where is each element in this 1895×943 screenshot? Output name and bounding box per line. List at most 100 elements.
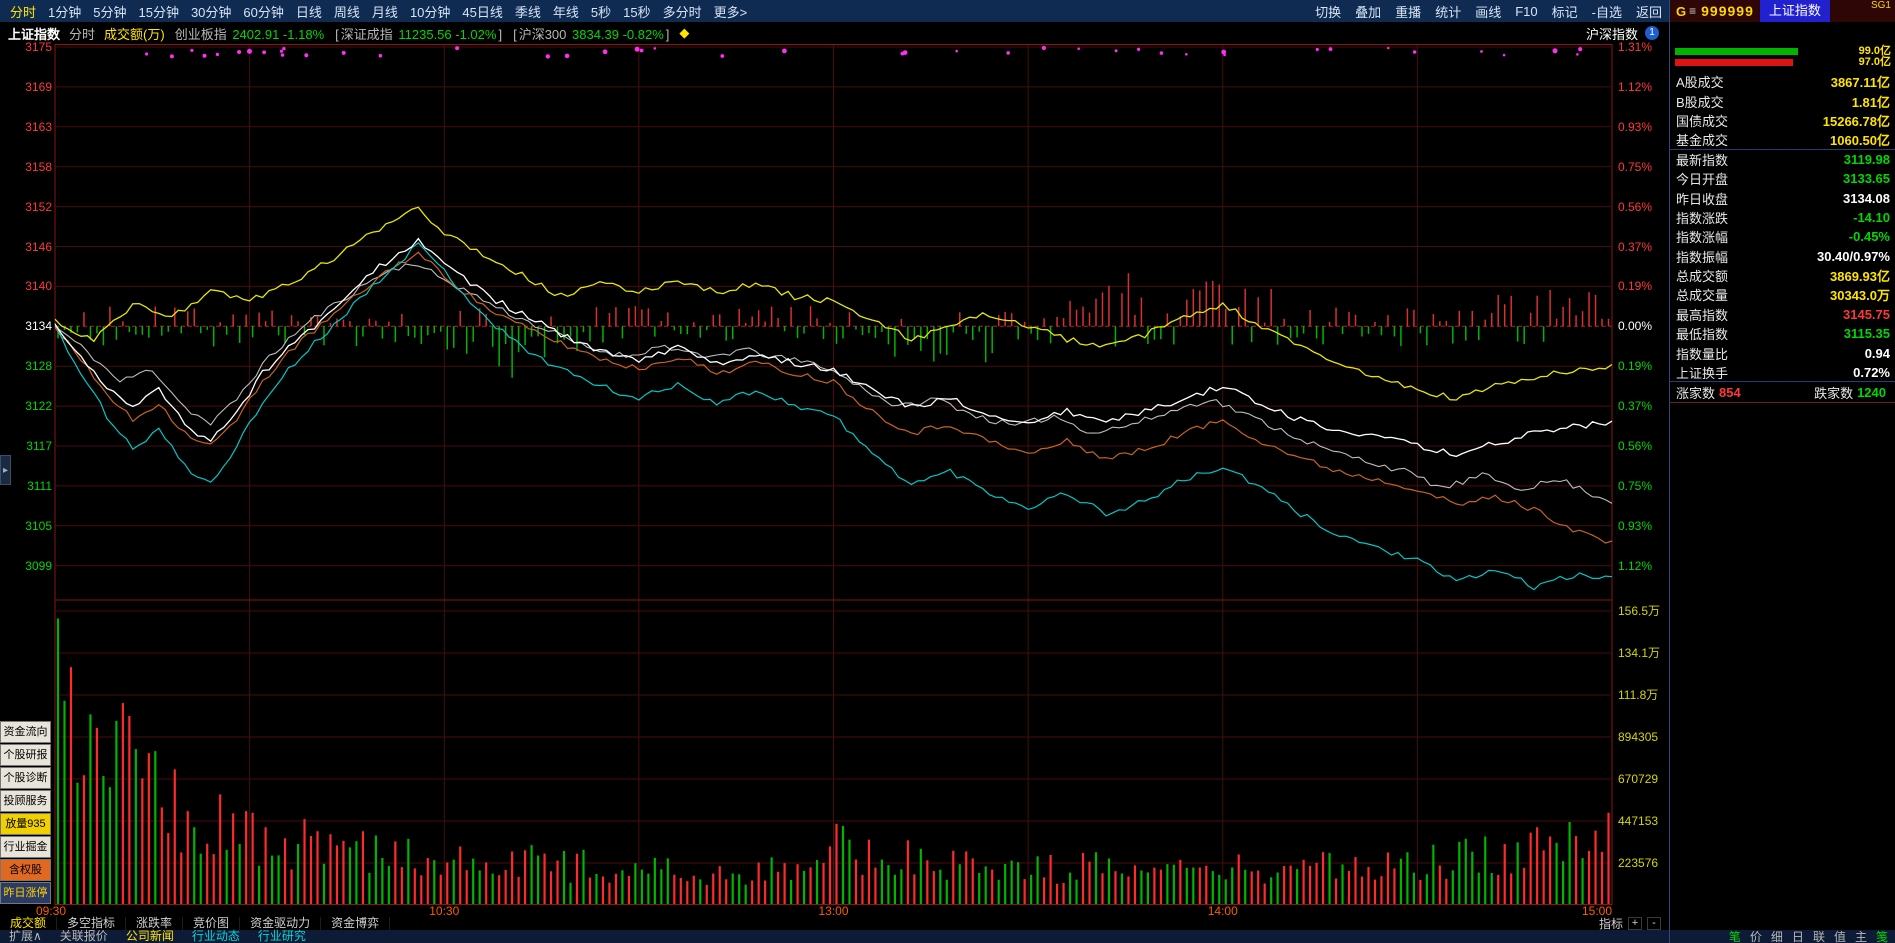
panel-row-4[interactable]: 最新指数 3119.98 bbox=[1670, 150, 1895, 169]
panel-row-10[interactable]: 总成交额 3869.93亿 bbox=[1670, 266, 1895, 285]
tool-menu-item-8[interactable]: 返回 bbox=[1629, 2, 1669, 21]
quick-tool-3[interactable]: 投顾服务 bbox=[0, 790, 51, 812]
info-tab-2[interactable]: 公司新闻 bbox=[117, 930, 183, 943]
info-tab-0[interactable]: 扩展∧ bbox=[0, 930, 51, 943]
menu-item-3[interactable]: 15分钟 bbox=[132, 2, 184, 21]
pct-tick: 0.75% bbox=[1618, 478, 1653, 493]
tool-menu-item-4[interactable]: 画线 bbox=[1468, 2, 1508, 21]
info-tab-3[interactable]: 行业动态 bbox=[183, 930, 249, 943]
panel-row-value: 3867.11亿 bbox=[1830, 75, 1890, 91]
price-tick: 3140 bbox=[25, 279, 52, 294]
menu-item-6[interactable]: 日线 bbox=[290, 2, 328, 21]
panel-bottom-tabs: 笔价细日联值主笺 bbox=[1670, 930, 1895, 943]
panel-row-9[interactable]: 指数振幅 30.40/0.97% bbox=[1670, 247, 1895, 266]
panel-row-2[interactable]: 国债成交 15266.78亿 bbox=[1670, 111, 1895, 130]
panel-row-label: 昨日收盘 bbox=[1676, 191, 1729, 207]
panel-row-12[interactable]: 最高指数 3145.75 bbox=[1670, 305, 1895, 324]
panel-row-value: 3133.65 bbox=[1843, 171, 1890, 187]
panel-row-14[interactable]: 指数量比 0.94 bbox=[1670, 343, 1895, 362]
panel-bottom-tab-2[interactable]: 细 bbox=[1771, 928, 1783, 943]
panel-row-label: 指数振幅 bbox=[1676, 249, 1729, 265]
panel-row-value: -0.45% bbox=[1848, 229, 1890, 245]
panel-bottom-tab-3[interactable]: 日 bbox=[1792, 928, 1804, 943]
quick-tool-5[interactable]: 行业掘金 bbox=[0, 836, 51, 858]
stock-name[interactable]: 上证指数 bbox=[1759, 0, 1830, 22]
group-g-button[interactable]: G bbox=[1670, 4, 1689, 19]
page-indicator-icon[interactable]: 1 bbox=[1645, 26, 1659, 40]
panel-row-3[interactable]: 基金成交 1060.50亿 bbox=[1670, 130, 1895, 150]
quick-tool-7[interactable]: 昨日涨停 bbox=[0, 882, 51, 904]
indicator-tab-5[interactable]: 资金博弈 bbox=[321, 917, 391, 930]
panel-row-8[interactable]: 指数涨幅 -0.45% bbox=[1670, 227, 1895, 246]
quick-tool-1[interactable]: 个股研报 bbox=[0, 744, 51, 766]
panel-row-value: 0.94 bbox=[1864, 345, 1890, 361]
pct-tick: 1.12% bbox=[1618, 79, 1653, 94]
panel-bottom-tab-6[interactable]: 主 bbox=[1855, 928, 1867, 943]
panel-row-6[interactable]: 昨日收盘 3134.08 bbox=[1670, 188, 1895, 207]
menu-item-8[interactable]: 月线 bbox=[366, 2, 404, 21]
menu-item-9[interactable]: 10分钟 bbox=[404, 2, 456, 21]
info-tab-1[interactable]: 关联报价 bbox=[51, 930, 117, 943]
panel-bottom-tab-1[interactable]: 价 bbox=[1750, 928, 1762, 943]
quick-tool-0[interactable]: 资金流向 bbox=[0, 721, 51, 743]
tool-menu-item-5[interactable]: F10 bbox=[1508, 4, 1544, 19]
panel-row-11[interactable]: 总成交量 30343.0万 bbox=[1670, 285, 1895, 304]
intraday-chart-region[interactable]: 3175 3169 3163 3158 3152 3146 3140 3134 3128 3122… bbox=[0, 41, 1669, 905]
menu-item-7[interactable]: 周线 bbox=[328, 2, 366, 21]
panel-bottom-tab-7[interactable]: 笺 bbox=[1876, 928, 1888, 943]
menu-item-16[interactable]: 更多> bbox=[708, 2, 754, 21]
tool-menu-item-7[interactable]: -自选 bbox=[1585, 2, 1629, 21]
panel-row-label: 最高指数 bbox=[1676, 307, 1729, 323]
hamburger-icon[interactable]: ≡ bbox=[1689, 4, 1701, 18]
quick-tool-2[interactable]: 个股诊断 bbox=[0, 767, 51, 789]
panel-row-15[interactable]: 上证换手 0.72% bbox=[1670, 363, 1895, 383]
menu-item-0[interactable]: 分时 bbox=[4, 2, 42, 21]
tool-menu-item-1[interactable]: 叠加 bbox=[1348, 2, 1388, 21]
panel-row-13[interactable]: 最低指数 3115.35 bbox=[1670, 324, 1895, 343]
menu-item-4[interactable]: 30分钟 bbox=[185, 2, 237, 21]
overlay-legend-1[interactable]: [深证成指 11235.56 -1.02%] bbox=[334, 24, 503, 43]
period-menu: 分时 1分钟 5分钟 15分钟 30分钟 60分钟 日线 周线 月线 10分钟 45日线 季线 年线 5秒… bbox=[0, 0, 753, 22]
quick-tool-4[interactable]: 放量935 bbox=[0, 813, 51, 835]
pct-tick: 0.37% bbox=[1618, 399, 1653, 414]
intraday-chart[interactable] bbox=[0, 44, 1669, 905]
menu-item-14[interactable]: 15秒 bbox=[617, 2, 656, 21]
tool-menu-item-2[interactable]: 重播 bbox=[1388, 2, 1428, 21]
menu-item-2[interactable]: 5分钟 bbox=[87, 2, 132, 21]
panel-row-7[interactable]: 指数涨跌 -14.10 bbox=[1670, 208, 1895, 227]
menu-item-11[interactable]: 季线 bbox=[509, 2, 547, 21]
panel-row-5[interactable]: 今日开盘 3133.65 bbox=[1670, 169, 1895, 188]
decliners-label: 跌家数 bbox=[1814, 386, 1854, 401]
tool-menu-item-6[interactable]: 标记 bbox=[1545, 2, 1585, 21]
grid bbox=[54, 44, 1613, 905]
panel-row-1[interactable]: B股成交 1.81亿 bbox=[1670, 91, 1895, 110]
sidebar-collapse-handle[interactable]: ▸ bbox=[0, 455, 11, 485]
overlay-legend-2[interactable]: [沪深300 3834.39 -0.82%] bbox=[512, 24, 670, 43]
menu-item-5[interactable]: 60分钟 bbox=[237, 2, 289, 21]
chart-indicator-label[interactable]: 成交额(万) bbox=[104, 24, 165, 43]
pct-tick: 1.12% bbox=[1618, 558, 1653, 573]
panel-row-value: 3119.98 bbox=[1843, 151, 1890, 167]
panel-bottom-tab-0[interactable]: 笔 bbox=[1729, 928, 1741, 943]
overlay-legend-0[interactable]: 创业板指 2402.91 -1.18% bbox=[174, 24, 325, 43]
time-tick: 13:00 bbox=[818, 904, 849, 918]
menu-item-10[interactable]: 45日线 bbox=[456, 2, 508, 21]
menu-item-15[interactable]: 多分时 bbox=[657, 2, 708, 21]
price-tick: 3158 bbox=[25, 159, 52, 174]
menu-item-13[interactable]: 5秒 bbox=[585, 2, 617, 21]
add-pane-button[interactable]: + bbox=[1628, 917, 1642, 930]
quote-detail-panel: 99.0亿 97.0亿 A股成交 3867.11亿 B股成交 1.81亿 国债成交 1526… bbox=[1669, 22, 1895, 943]
quick-tool-6[interactable]: 含权股 bbox=[0, 859, 51, 881]
tool-menu-item-0[interactable]: 切换 bbox=[1308, 2, 1348, 21]
menu-item-1[interactable]: 1分钟 bbox=[42, 2, 87, 21]
stock-code[interactable]: 999999 bbox=[1701, 3, 1760, 19]
panel-bottom-tab-4[interactable]: 联 bbox=[1813, 928, 1825, 943]
panel-row-0[interactable]: A股成交 3867.11亿 bbox=[1670, 72, 1895, 91]
vol-tick: 894305 bbox=[1618, 730, 1659, 744]
tool-menu-item-3[interactable]: 统计 bbox=[1428, 2, 1468, 21]
panel-bottom-tab-5[interactable]: 值 bbox=[1834, 928, 1846, 943]
panel-row-value: 3145.75 bbox=[1843, 306, 1890, 322]
menu-item-12[interactable]: 年线 bbox=[547, 2, 585, 21]
info-tab-4[interactable]: 行业研究 bbox=[249, 930, 315, 943]
remove-pane-button[interactable]: - bbox=[1647, 917, 1661, 930]
